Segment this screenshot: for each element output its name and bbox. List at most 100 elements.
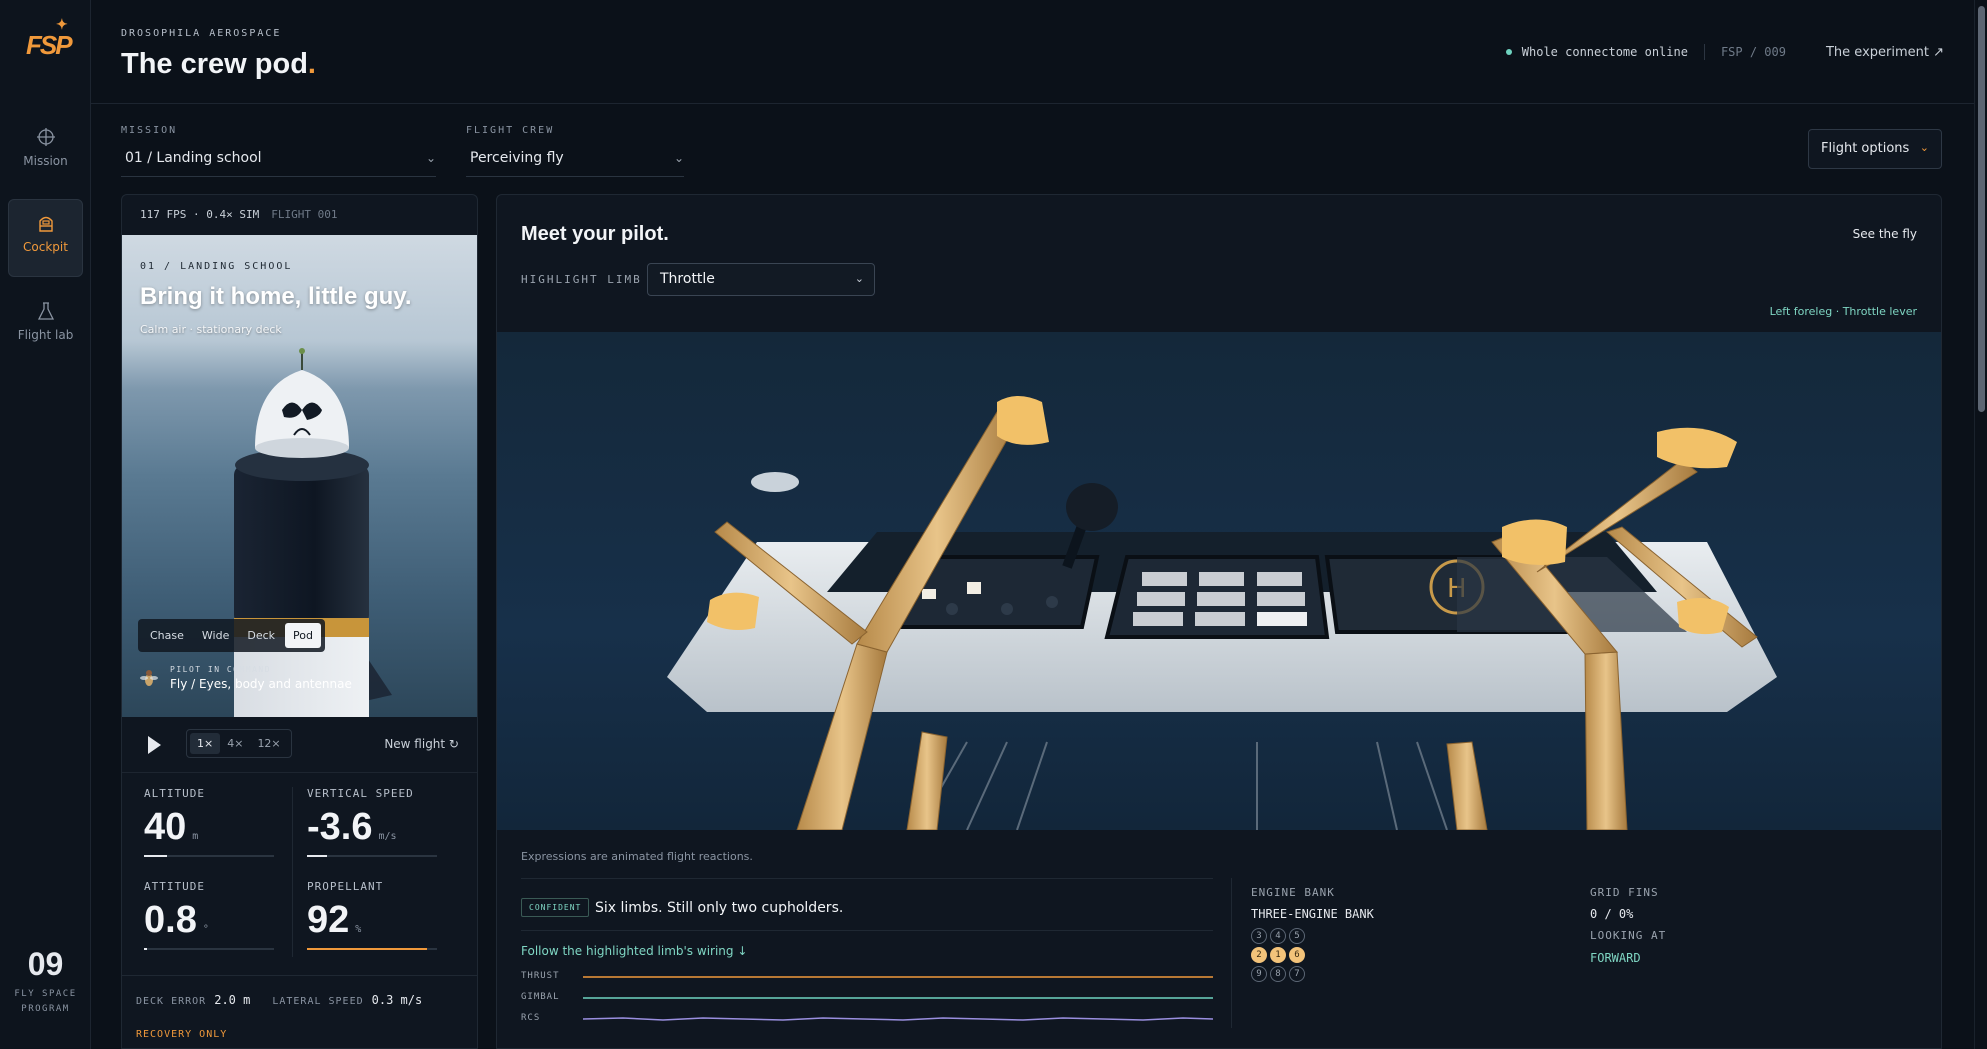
trace-gimbal [583, 997, 1213, 999]
deck-error-value: 2.0 m [214, 993, 251, 1007]
speed-4x[interactable]: 4× [220, 733, 250, 754]
camera-tab-chase[interactable]: Chase [142, 623, 192, 648]
rail-item-label: Cockpit [23, 240, 68, 254]
engine-row: 3 4 5 [1251, 928, 1305, 944]
camera-tab-deck[interactable]: Deck [239, 623, 283, 648]
rail-item-label: Mission [23, 154, 68, 168]
connectome-status: Whole connectome online [1521, 45, 1688, 59]
engine-indicator: 8 [1270, 966, 1286, 982]
speed-12x[interactable]: 12× [250, 733, 287, 754]
flight-options-button[interactable]: Flight options ⌄ [1808, 129, 1942, 169]
sim-eyebrow: 01 / LANDING SCHOOL [140, 261, 293, 272]
lateral-speed-label: LATERAL SPEED [272, 996, 364, 1007]
playback-bar: 1× 4× 12× New flight ↻ [122, 717, 477, 773]
metric-fill [144, 855, 168, 857]
rail-item-label: Flight lab [17, 328, 74, 342]
cockpit-scene: H [667, 396, 1777, 830]
sim-status-bar: 117 FPS · 0.4× SIM FLIGHT 001 [122, 195, 477, 235]
metric-label: ALTITUDE [144, 787, 205, 800]
metric-fill [307, 948, 427, 950]
highlight-limb-value: Throttle [660, 271, 715, 287]
engine-indicator: 3 [1251, 928, 1267, 944]
program-badge: 09 FLY SPACE PROGRAM [0, 946, 91, 1017]
flight-crew-value: Perceiving fly [470, 150, 564, 166]
metric-value: 0.8 ° [144, 899, 274, 942]
spark-icon: ✦ [56, 16, 68, 32]
metric-number: -3.6 [307, 806, 373, 848]
camera-tab-wide[interactable]: Wide [194, 623, 237, 648]
metric-unit: ° [202, 924, 209, 935]
flight-crew-select[interactable]: Perceiving fly ⌄ [466, 150, 684, 177]
pilot-readouts: Expressions are animated flight reaction… [497, 830, 1941, 1048]
metric-attitude: ATTITUDE 0.8 ° [144, 880, 274, 950]
metric-vertical-speed: VERTICAL SPEED -3.6 m/s [307, 787, 437, 857]
logo-text: FSP [26, 30, 73, 60]
expressions-note: Expressions are animated flight reaction… [521, 850, 753, 863]
status-dot-icon [1505, 49, 1512, 55]
divider [1703, 44, 1705, 60]
pilot-card: Meet your pilot. See the fly HIGHLIGHT L… [496, 194, 1942, 1049]
pilot-label: PILOT IN COMMAND [170, 665, 272, 674]
new-flight-button[interactable]: New flight ↻ [384, 737, 459, 751]
divider [1231, 878, 1232, 1028]
crosshair-icon [36, 128, 55, 146]
grid-fins-label: GRID FINS [1590, 886, 1659, 899]
mission-select[interactable]: 01 / Landing school ⌄ [121, 150, 436, 177]
cockpit-3d-view[interactable]: H [497, 332, 1941, 830]
sim-viewport[interactable]: 01 / LANDING SCHOOL Bring it home, littl… [122, 235, 477, 717]
metric-number: 40 [144, 806, 187, 848]
metric-unit: % [355, 924, 362, 935]
rail-item-flight-lab[interactable]: Flight lab [8, 288, 83, 366]
trace-label-gimbal: GIMBAL [521, 992, 560, 1002]
pilot-card-title: Meet your pilot. [521, 223, 669, 245]
chevron-down-icon: ⌄ [673, 151, 684, 165]
page-title-dot: . [307, 48, 316, 80]
chevron-down-icon: ⌄ [1919, 141, 1929, 154]
sim-card: 117 FPS · 0.4× SIM FLIGHT 001 01 / LANDIN… [121, 194, 478, 1049]
divider [521, 930, 1213, 931]
follow-wiring-link[interactable]: Follow the highlighted limb's wiring ↓ [521, 944, 747, 958]
metric-bar [307, 948, 437, 950]
page-scrollbar[interactable] [1974, 0, 1987, 1049]
sim-subtitle: Calm air · stationary deck [140, 323, 282, 336]
divider [292, 787, 293, 957]
highlight-limb-select[interactable]: Throttle ⌄ [647, 263, 875, 296]
engine-row: 9 8 7 [1251, 966, 1305, 982]
fsp-logo[interactable]: FSP ✦ [26, 16, 73, 66]
engine-indicator: 4 [1270, 928, 1286, 944]
program-label-line2: PROGRAM [21, 1004, 70, 1014]
scrollbar-thumb[interactable] [1978, 6, 1985, 412]
play-icon[interactable] [148, 736, 161, 754]
divider [122, 975, 477, 976]
pilot-value: Fly / Eyes, body and antennae [170, 677, 352, 691]
program-number: 09 [27, 946, 64, 982]
rail-item-mission[interactable]: Mission [8, 114, 83, 192]
fly-icon [140, 670, 158, 686]
rail-item-cockpit[interactable]: Cockpit [8, 199, 83, 277]
deck-error-label: DECK ERROR [136, 996, 207, 1007]
camera-tabs: Chase Wide Deck Pod [138, 619, 325, 652]
grid-fins-value: 0 / 0% [1590, 907, 1634, 921]
looking-at-label: LOOKING AT [1590, 929, 1667, 942]
speed-1x[interactable]: 1× [190, 733, 221, 754]
highlight-limb-label: HIGHLIGHT LIMB [521, 273, 642, 286]
experiment-link[interactable]: The experiment ↗ [1826, 45, 1944, 60]
metric-propellant: PROPELLANT 92% [307, 880, 437, 950]
metric-number: 92 [307, 899, 350, 941]
trace-thrust [583, 976, 1213, 978]
divider [521, 878, 1213, 879]
metric-bar [144, 948, 274, 950]
engine-indicator: 5 [1289, 928, 1305, 944]
metric-fill [144, 948, 147, 950]
metric-value: 40 m [144, 806, 274, 849]
engine-indicator: 9 [1251, 966, 1267, 982]
pilot-quote: Six limbs. Still only two cupholders. [595, 900, 844, 916]
metric-altitude: ALTITUDE 40 m [144, 787, 274, 857]
engine-bank-label: ENGINE BANK [1251, 886, 1335, 899]
program-label-line1: FLY SPACE [14, 989, 77, 999]
camera-tab-pod[interactable]: Pod [285, 623, 321, 648]
mission-label: MISSION [121, 125, 178, 136]
metric-value: 92% [307, 899, 437, 942]
see-the-fly-link[interactable]: See the fly [1853, 227, 1917, 241]
metric-number: 0.8 [144, 899, 197, 941]
